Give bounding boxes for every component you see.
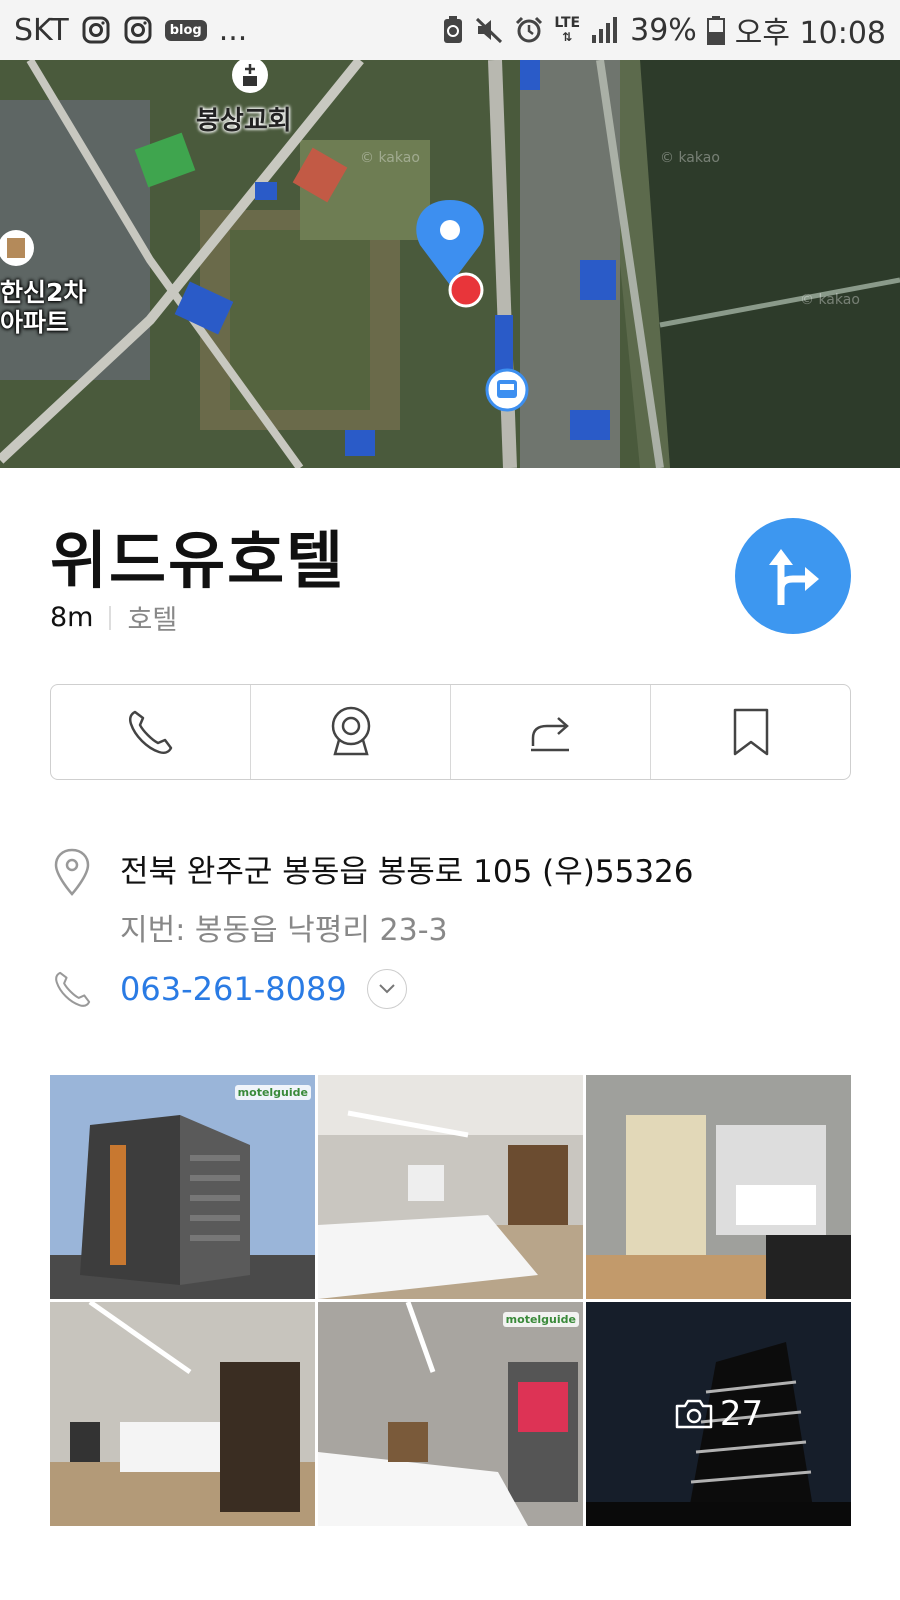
map-label-apartment: 한신2차 아파트 [0, 278, 87, 337]
more-photos-overlay: 27 [586, 1302, 851, 1526]
clock: 오후 10:08 [734, 16, 886, 51]
directions-icon [769, 549, 819, 605]
blog-icon: blog [164, 19, 207, 41]
expand-phone-button[interactable] [366, 969, 407, 1009]
call-button[interactable] [51, 685, 250, 779]
directions-button[interactable] [735, 518, 851, 634]
chevron-down-icon [378, 984, 395, 994]
alarm-icon [514, 15, 544, 45]
distance: 8m [50, 602, 94, 633]
divider [109, 605, 112, 630]
lot-address: 지번: 봉동읍 낙평리 23-3 [120, 913, 448, 948]
signal-icon [590, 15, 620, 45]
recycle-icon [442, 15, 464, 45]
instagram-icon-2 [123, 15, 153, 45]
road-address: 전북 완주군 봉동읍 봉동로 105 (우)55326 [120, 854, 694, 890]
status-bar: SKT blog ... LTE ⇅ 39% 오후 10:08 [0, 0, 900, 60]
place-title: 위드유호텔 [50, 524, 346, 597]
instagram-icon [81, 15, 111, 45]
photo-bathroom[interactable] [586, 1075, 851, 1299]
carrier-label: SKT [14, 12, 69, 48]
phone-number-link[interactable]: 063-261-8089 [120, 970, 347, 1008]
bookmark-icon [733, 708, 768, 756]
more-photos-count: 27 [719, 1394, 764, 1434]
share-button[interactable] [450, 685, 650, 779]
status-bar-right: LTE ⇅ 39% 오후 10:08 [442, 8, 886, 52]
photo-room-3[interactable]: motelguide [318, 1302, 583, 1526]
roadview-button[interactable] [250, 685, 450, 779]
photo-logo: motelguide [234, 1085, 311, 1100]
phone-icon [55, 971, 91, 1007]
mute-icon [474, 15, 504, 45]
roadview-icon [331, 706, 370, 756]
place-meta: 8m 호텔 [50, 598, 177, 637]
photo-more[interactable]: 27 [586, 1302, 851, 1526]
address-text: 전북 완주군 봉동읍 봉동로 105 (우)55326 지번: 봉동읍 낙평리 … [120, 846, 693, 949]
share-icon [530, 717, 569, 752]
map-label-church: 봉상교회 [196, 106, 292, 136]
lte-icon: LTE ⇅ [554, 15, 581, 44]
phone-section: 063-261-8089 [52, 968, 407, 1010]
map-watermark: © kakao [660, 150, 720, 166]
status-bar-left: SKT blog ... [14, 13, 247, 48]
phone-icon [128, 710, 172, 755]
photo-building-exterior[interactable]: motelguide [50, 1075, 315, 1299]
action-bar [50, 684, 851, 780]
camera-icon [675, 1399, 713, 1429]
bookmark-button[interactable] [650, 685, 850, 779]
photo-grid: motelguide motelguide 27 [50, 1075, 851, 1527]
address-section: 전북 완주군 봉동읍 봉동로 105 (우)55326 지번: 봉동읍 낙평리 … [52, 846, 693, 949]
photo-room-2[interactable] [50, 1302, 315, 1526]
map-view[interactable]: 봉상교회 한신2차 아파트 © kakao © kakao © kakao [0, 60, 900, 468]
location-pin-icon [54, 848, 90, 896]
map-watermark: © kakao [360, 150, 420, 166]
more-notifications: ... [218, 12, 248, 48]
photo-logo: motelguide [502, 1312, 579, 1327]
photo-room-1[interactable] [318, 1075, 583, 1299]
battery-percent: 39% [630, 12, 697, 48]
battery-icon [706, 15, 725, 45]
map-watermark: © kakao [800, 292, 860, 308]
category: 호텔 [127, 605, 178, 636]
